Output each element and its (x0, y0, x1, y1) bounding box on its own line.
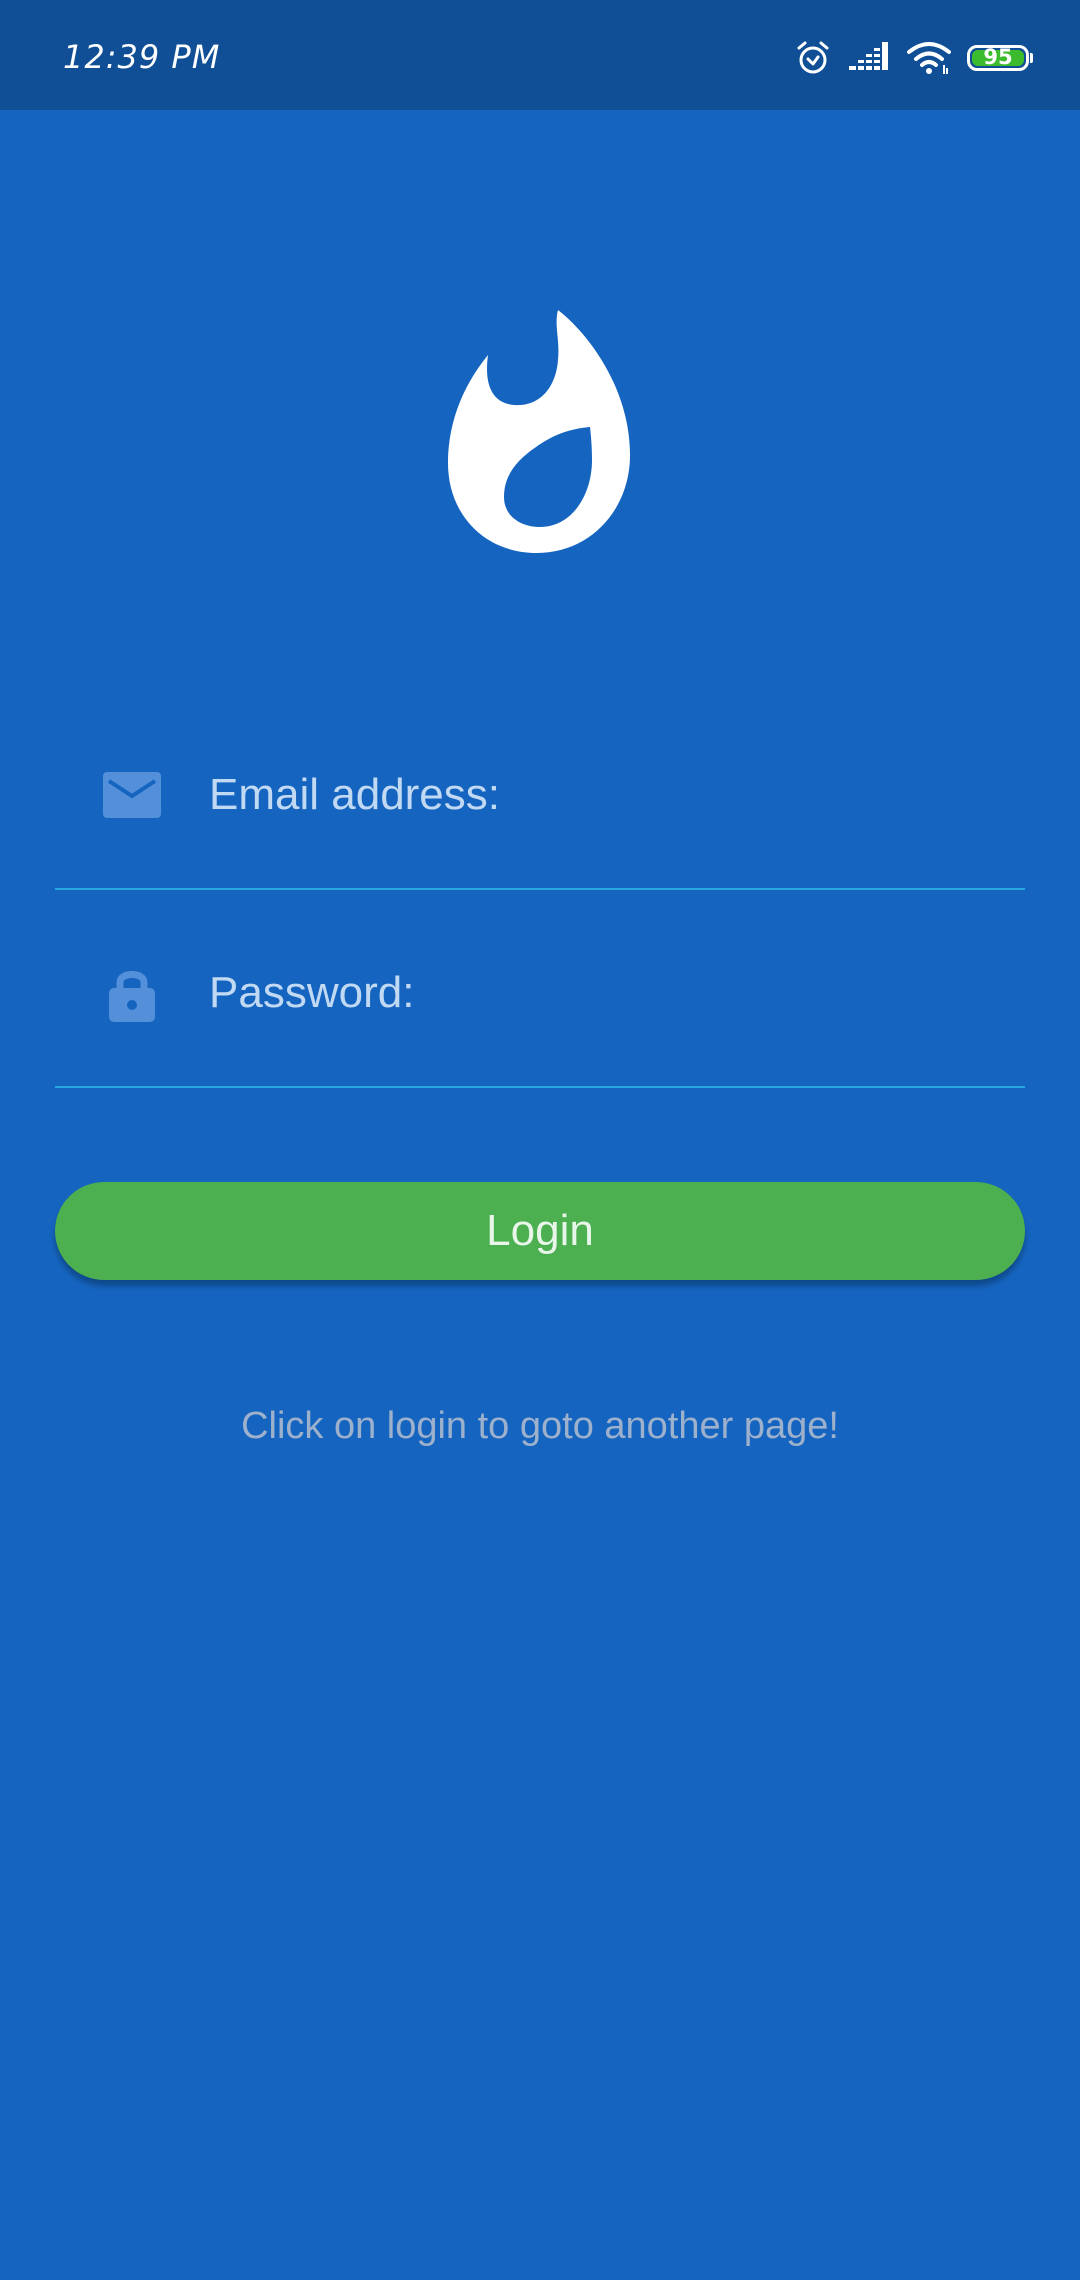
wifi-icon (907, 42, 951, 74)
mail-icon (103, 772, 161, 818)
alarm-icon (797, 41, 829, 74)
battery-level: 95 (983, 45, 1013, 69)
battery-icon: 95 (967, 45, 1029, 71)
password-field (55, 948, 1025, 1088)
login-button[interactable]: Login (55, 1182, 1025, 1280)
password-input[interactable] (209, 948, 989, 1038)
hint-text: Click on login to goto another page! (241, 1405, 839, 1447)
status-icons: 95 (795, 38, 1033, 78)
signal-icon (849, 42, 888, 70)
battery-tip (1030, 53, 1033, 63)
flame-icon (448, 310, 630, 553)
lock-icon (109, 971, 155, 1022)
status-bar: 12:39 PM 95 (0, 0, 1080, 110)
email-field (55, 750, 1025, 890)
status-time: 12:39 PM (63, 38, 221, 76)
email-input[interactable] (209, 750, 989, 840)
login-screen: 12:39 PM 95 Email address: Login Click o… (0, 0, 1080, 2280)
